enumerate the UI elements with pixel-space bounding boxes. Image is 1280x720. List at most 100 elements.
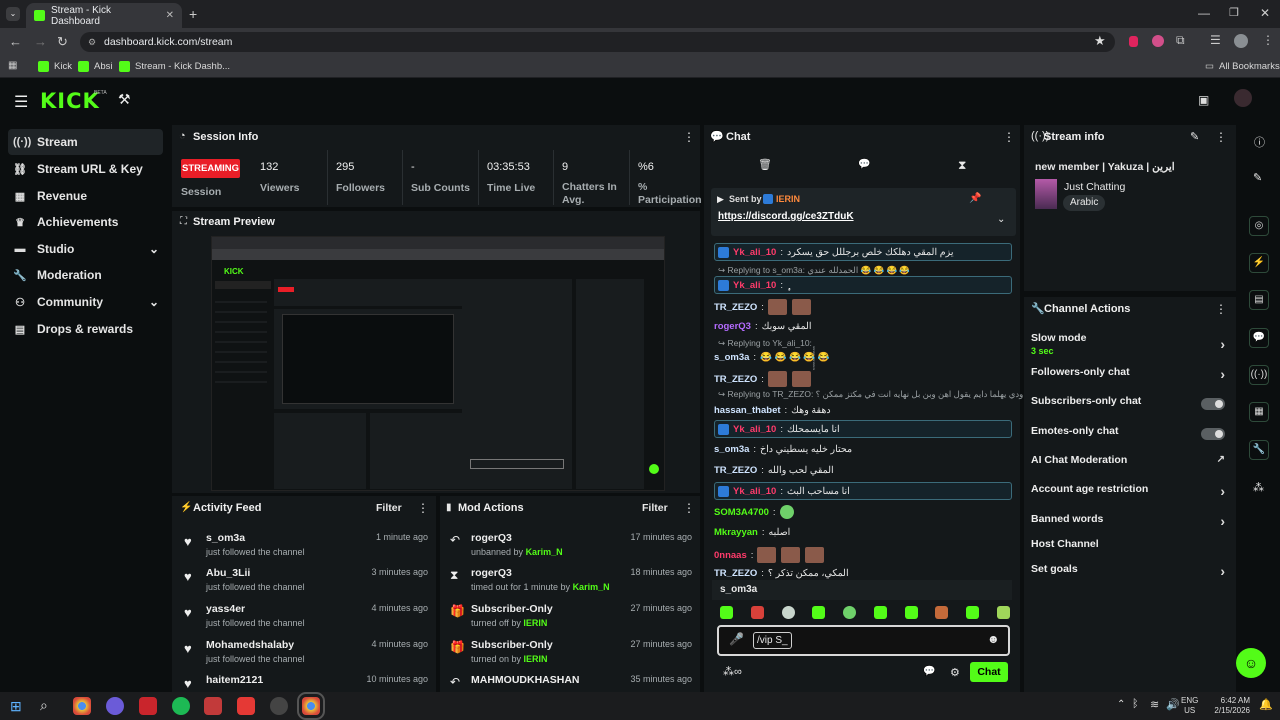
chat-username[interactable]: hassan_thabet [714, 405, 781, 416]
sidebar-item-studio[interactable]: ▬ Studio ⌄ [8, 236, 163, 262]
action-followers-only[interactable]: Followers-only chat › [1031, 366, 1229, 386]
chat-username[interactable]: s_om3a [714, 444, 749, 455]
close-tab-icon[interactable]: ✕ [166, 10, 174, 21]
microphone-icon[interactable]: 🎤 [729, 632, 744, 646]
menu-kebab-icon[interactable]: ⋮ [1262, 33, 1274, 47]
tv-icon[interactable]: ▣ [1198, 93, 1209, 107]
send-chat-button[interactable]: Chat [970, 662, 1008, 682]
bookmark-kick[interactable]: Kick [38, 61, 72, 72]
activity-user[interactable]: Abu_3Lii [206, 567, 250, 579]
subscribers-only-toggle[interactable] [1201, 398, 1225, 410]
chat-username[interactable]: TR_ZEZO [714, 465, 757, 476]
extension-icon[interactable] [1129, 36, 1138, 47]
mod-action-moderator[interactable]: IERIN [523, 618, 547, 628]
sidebar-item-stream[interactable]: ((·)) Stream [8, 129, 163, 155]
chrome-icon[interactable] [73, 697, 91, 715]
sidebar-item-stream-url-key[interactable]: ⛓ Stream URL & Key [8, 156, 163, 182]
rail-community-icon[interactable]: ⁂ [1253, 481, 1264, 494]
rail-layout-icon[interactable]: ▦ [1249, 402, 1269, 422]
chat-username[interactable]: Yk_ali_10 [733, 486, 776, 497]
emote-icon[interactable] [720, 606, 733, 619]
emote-icon[interactable] [873, 606, 887, 619]
extensions-puzzle-icon[interactable]: ⧉ [1176, 33, 1185, 48]
obs-icon[interactable] [270, 697, 288, 715]
action-emotes-only[interactable]: Emotes-only chat [1031, 425, 1229, 445]
mod-action-target[interactable]: rogerQ3 [471, 567, 512, 579]
chat-username[interactable]: Yk_ali_10 [733, 280, 776, 291]
hamburger-menu-icon[interactable]: ☰ [14, 92, 28, 112]
bookmark-absi[interactable]: Absi [78, 61, 112, 72]
chat-input-box[interactable]: 🎤 /vip S_ ☻ [717, 625, 1010, 656]
chat-username[interactable]: Yk_ali_10 [733, 247, 776, 258]
sidebar-item-community[interactable]: ⚇ Community ⌄ [8, 289, 163, 315]
minimize-icon[interactable]: — [1198, 6, 1210, 20]
rail-broadcast-icon[interactable]: ((·)) [1249, 365, 1269, 385]
mod-action-moderator[interactable]: Karim_N [573, 582, 610, 592]
activity-user[interactable]: Mohamedshalaby [206, 639, 294, 651]
action-banned-words[interactable]: Banned words › [1031, 513, 1229, 533]
activity-user[interactable]: haitem2121 [206, 674, 263, 686]
pinned-sender[interactable]: IERIN [776, 194, 800, 204]
bluetooth-icon[interactable]: ᛒ [1132, 698, 1139, 710]
tab-list-icon[interactable]: ⌄ [6, 7, 20, 21]
reading-list-icon[interactable]: ☰ [1210, 33, 1221, 47]
chat-mode-icon[interactable]: 💬 [858, 159, 870, 170]
adobe-icon[interactable] [139, 697, 157, 715]
language-indicator[interactable]: ENG US [1181, 696, 1198, 716]
chat-username[interactable]: SOM3A4700 [714, 507, 769, 518]
emote-icon[interactable] [966, 606, 980, 619]
spotify-icon[interactable] [172, 697, 190, 715]
chrome-active-icon[interactable] [297, 692, 325, 720]
category-thumbnail[interactable] [1035, 179, 1057, 209]
sidebar-item-drops-rewards[interactable]: ▤ Drops & rewards [8, 316, 163, 342]
category-name[interactable]: Just Chatting [1064, 181, 1125, 193]
chat-menu-icon[interactable]: ⋮ [1003, 130, 1015, 144]
pin-icon[interactable]: 📌 [969, 193, 981, 204]
profile-avatar[interactable] [1234, 34, 1248, 48]
action-slow-mode[interactable]: Slow mode 3 sec › [1031, 332, 1229, 356]
emote-icon[interactable] [935, 606, 949, 619]
activity-filter-button[interactable]: Filter [376, 502, 402, 514]
url-field[interactable]: ⚙ dashboard.kick.com/stream [80, 32, 1115, 52]
emotes-only-toggle[interactable] [1201, 428, 1225, 440]
user-avatar[interactable] [1234, 89, 1252, 107]
new-tab-icon[interactable]: + [189, 6, 197, 22]
browser-tab[interactable]: Stream - Kick Dashboard ✕ [26, 3, 182, 28]
action-account-age[interactable]: Account age restriction › [1031, 483, 1229, 503]
edit-pencil-icon[interactable]: ✎ [1190, 130, 1199, 143]
mod-action-moderator[interactable]: Karim_N [526, 547, 563, 557]
action-set-goals[interactable]: Set goals › [1031, 563, 1229, 583]
action-ai-moderation[interactable]: AI Chat Moderation ↗ [1031, 454, 1229, 474]
gear-icon[interactable]: ⚙ [950, 666, 960, 679]
help-chat-bubble[interactable]: ☺ [1236, 648, 1266, 678]
recorder-icon[interactable] [237, 697, 255, 715]
chat-username[interactable]: Yk_ali_10 [733, 424, 776, 435]
chat-username[interactable]: TR_ZEZO [714, 302, 757, 313]
mod-action-target[interactable]: rogerQ3 [471, 532, 512, 544]
pinned-link[interactable]: https://discord.gg/ce3ZTduK [718, 211, 854, 222]
activity-user[interactable]: s_om3a [206, 532, 245, 544]
rail-bolt-icon[interactable]: ⚡ [1249, 253, 1269, 273]
maximize-icon[interactable]: ❐ [1229, 6, 1239, 19]
action-subscribers-only[interactable]: Subscribers-only chat [1031, 395, 1229, 415]
info-icon[interactable]: ⓘ [1254, 134, 1265, 150]
hourglass-icon[interactable]: ⧗ [958, 158, 966, 173]
rail-target-icon[interactable]: ◎ [1249, 216, 1269, 236]
mod-filter-button[interactable]: Filter [642, 502, 668, 514]
bookmark-star-icon[interactable]: ★ [1094, 33, 1106, 49]
rail-chat-icon[interactable]: 💬 [1249, 328, 1269, 348]
sidebar-item-revenue[interactable]: ▦ Revenue [8, 183, 163, 209]
chat-username[interactable]: s_om3a [714, 352, 749, 363]
wifi-icon[interactable]: ≋ [1150, 698, 1159, 711]
tray-chevron-icon[interactable]: ⌃ [1117, 699, 1125, 710]
stream-info-menu-icon[interactable]: ⋮ [1215, 130, 1227, 144]
apps-grid-icon[interactable]: ▦ [8, 60, 17, 71]
mod-action-moderator[interactable]: IERIN [524, 654, 548, 664]
chat-bubble-icon[interactable]: 💬 [923, 666, 935, 677]
emote-icon[interactable] [904, 606, 918, 619]
trash-icon[interactable]: 🗑 [758, 158, 772, 171]
app-icon[interactable] [204, 697, 222, 715]
mod-action-target[interactable]: MAHMOUDKHASHAN [471, 674, 580, 686]
rail-wrench-icon[interactable]: 🔧 [1249, 440, 1269, 460]
emote-icon[interactable] [781, 606, 795, 619]
